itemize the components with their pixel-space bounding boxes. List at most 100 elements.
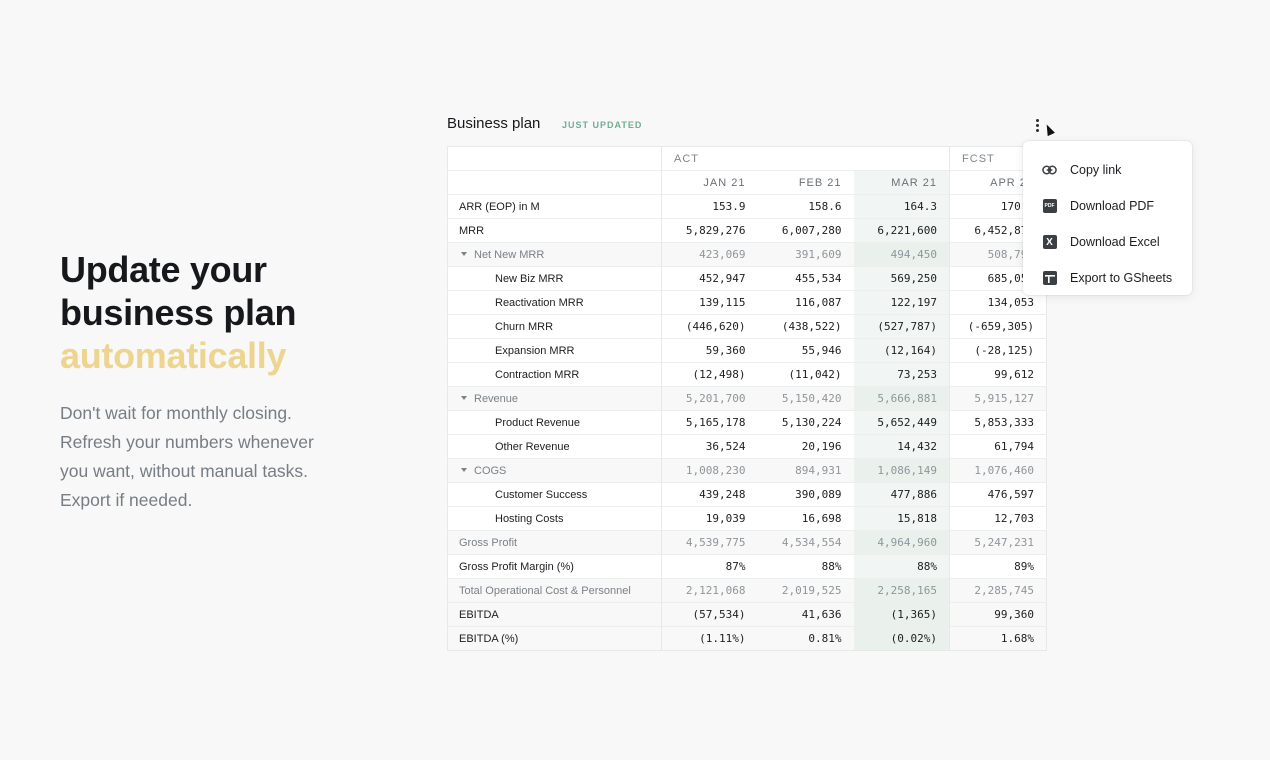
table-row: Contraction MRR (12,498) (11,042) 73,253 99,… xyxy=(447,362,1047,387)
collapse-caret-icon[interactable] xyxy=(461,468,467,473)
table-cell: 16,698 xyxy=(757,506,854,531)
column-header: JAN 21 xyxy=(661,170,758,195)
table-cell: 164.3 xyxy=(853,194,950,219)
gsheets-icon xyxy=(1042,271,1057,286)
table-cell: 99,360 xyxy=(949,602,1047,627)
export-menu: Copy link PDF Download PDF X Download Ex… xyxy=(1023,141,1192,295)
table-row: Net New MRR 423,069 391,609 494,450 508,790 xyxy=(447,242,1047,267)
row-label: Gross Profit Margin (%) xyxy=(447,554,662,579)
export-gsheets-menu-item[interactable]: Export to GSheets xyxy=(1023,260,1192,296)
table-row: Revenue 5,201,700 5,150,420 5,666,881 5,915,… xyxy=(447,386,1047,411)
table-cell: 5,130,224 xyxy=(757,410,854,435)
table-cell: 73,253 xyxy=(853,362,950,387)
table-row: Other Revenue 36,524 20,196 14,432 61,794 xyxy=(447,434,1047,459)
table-cell: 41,636 xyxy=(757,602,854,627)
table-cell: 55,946 xyxy=(757,338,854,363)
row-label: Net New MRR xyxy=(447,242,662,267)
row-label-text: Gross Profit xyxy=(459,536,518,549)
table-cell: 87% xyxy=(661,554,758,579)
row-label-text: Revenue xyxy=(474,392,519,405)
row-label-text: Churn MRR xyxy=(495,320,554,333)
table-cell: 439,248 xyxy=(661,482,758,507)
table-row: Hosting Costs 19,039 16,698 15,818 12,703 xyxy=(447,506,1047,531)
table-column-header-row: JAN 21 FEB 21 MAR 21 APR 21 xyxy=(447,170,1047,195)
table-cell: (12,164) xyxy=(853,338,950,363)
hero-title: Update your business plan automatically xyxy=(60,248,400,377)
table-cell: 4,964,960 xyxy=(853,530,950,555)
business-plan-panel: Business plan JUST UPDATED ACT FCST JAN … xyxy=(447,112,1055,651)
row-label: MRR xyxy=(447,218,662,243)
table-row: EBITDA (57,534) 41,636 (1,365) 99,360 xyxy=(447,602,1047,627)
panel-header: Business plan JUST UPDATED xyxy=(447,112,1055,138)
hero-description-line: Don't wait for monthly closing. xyxy=(60,403,292,423)
table-cell: 61,794 xyxy=(949,434,1047,459)
pdf-icon: PDF xyxy=(1042,199,1057,214)
table-cell: 4,539,775 xyxy=(661,530,758,555)
table-cell: 894,931 xyxy=(757,458,854,483)
row-label: ARR (EOP) in M xyxy=(447,194,662,219)
collapse-caret-icon[interactable] xyxy=(461,396,467,401)
table-cell: 5,652,449 xyxy=(853,410,950,435)
table-cell: 569,250 xyxy=(853,266,950,291)
table-cell: 158.6 xyxy=(757,194,854,219)
hero-description-line: Refresh your numbers whenever xyxy=(60,432,314,452)
table-cell: 6,221,600 xyxy=(853,218,950,243)
row-label: Revenue xyxy=(447,386,662,411)
table-cell: 2,019,525 xyxy=(757,578,854,603)
table-cell: 452,947 xyxy=(661,266,758,291)
row-label-text: Hosting Costs xyxy=(495,512,564,525)
table-cell: 5,165,178 xyxy=(661,410,758,435)
table-row: Reactivation MRR 139,115 116,087 122,197 134… xyxy=(447,290,1047,315)
hero-description: Don't wait for monthly closing. Refresh … xyxy=(60,399,400,515)
table-cell: 5,915,127 xyxy=(949,386,1047,411)
act-header: ACT xyxy=(674,152,699,165)
table-corner-cell xyxy=(447,146,662,171)
menu-item-label: Export to GSheets xyxy=(1070,271,1173,285)
row-label: Churn MRR xyxy=(447,314,662,339)
table-row: Customer Success 439,248 390,089 477,886 476… xyxy=(447,482,1047,507)
kebab-icon[interactable] xyxy=(1031,116,1043,134)
row-label: Other Revenue xyxy=(447,434,662,459)
hero-section: Update your business plan automatically … xyxy=(60,248,400,515)
table-cell: 19,039 xyxy=(661,506,758,531)
table-cell: 59,360 xyxy=(661,338,758,363)
row-label-text: Product Revenue xyxy=(495,416,580,429)
column-header: FEB 21 xyxy=(757,170,854,195)
row-label-text: Expansion MRR xyxy=(495,344,575,357)
download-excel-menu-item[interactable]: X Download Excel xyxy=(1023,224,1192,260)
table-cell: 122,197 xyxy=(853,290,950,315)
table-cell: 5,829,276 xyxy=(661,218,758,243)
table-row: Expansion MRR 59,360 55,946 (12,164) (-28,12… xyxy=(447,338,1047,363)
copy-link-menu-item[interactable]: Copy link xyxy=(1023,152,1192,188)
table-cell: 2,258,165 xyxy=(853,578,950,603)
mouse-cursor-icon xyxy=(1043,122,1055,137)
table-cell: 5,150,420 xyxy=(757,386,854,411)
hero-title-line-2: business plan xyxy=(60,292,297,333)
table-cell: 390,089 xyxy=(757,482,854,507)
table-cell: 1.68% xyxy=(949,626,1047,651)
row-label: Expansion MRR xyxy=(447,338,662,363)
link-icon xyxy=(1042,163,1057,178)
table-row: Total Operational Cost & Personnel 2,121,… xyxy=(447,578,1047,603)
table-cell: (-28,125) xyxy=(949,338,1047,363)
table-row: New Biz MRR 452,947 455,534 569,250 685,055 xyxy=(447,266,1047,291)
table-cell: 477,886 xyxy=(853,482,950,507)
table-cell: (1.11%) xyxy=(661,626,758,651)
row-label-text: Customer Success xyxy=(495,488,588,501)
table-cell: 99,612 xyxy=(949,362,1047,387)
excel-icon: X xyxy=(1042,235,1057,250)
table-cell: (11,042) xyxy=(757,362,854,387)
row-label: Reactivation MRR xyxy=(447,290,662,315)
table-cell: (0.02%) xyxy=(853,626,950,651)
table-row: EBITDA (%) (1.11%) 0.81% (0.02%) 1.68% xyxy=(447,626,1047,651)
table-corner-cell xyxy=(447,170,662,195)
column-header: MAR 21 xyxy=(853,170,950,195)
hero-title-line-1: Update your xyxy=(60,249,267,290)
collapse-caret-icon[interactable] xyxy=(461,252,467,257)
row-label-text: New Biz MRR xyxy=(495,272,564,285)
table-cell: (1,365) xyxy=(853,602,950,627)
row-label: Customer Success xyxy=(447,482,662,507)
download-pdf-menu-item[interactable]: PDF Download PDF xyxy=(1023,188,1192,224)
pdf-icon-text: PDF xyxy=(1042,199,1057,213)
row-label: Contraction MRR xyxy=(447,362,662,387)
